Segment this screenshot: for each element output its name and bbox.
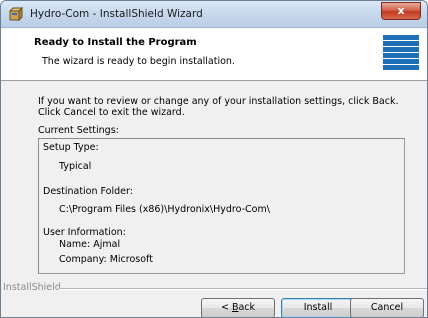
installer-box-icon	[8, 6, 24, 22]
destination-label: Destination Folder:	[43, 186, 133, 197]
current-settings-label: Current Settings:	[38, 125, 119, 136]
page-subtitle: The wizard is ready to begin installatio…	[42, 56, 235, 67]
user-name-value: Name: Ajmal	[59, 239, 121, 250]
back-rest: ack	[238, 302, 256, 313]
setup-type-label: Setup Type:	[43, 142, 99, 153]
installshield-brand: InstallShield	[3, 282, 61, 293]
window-title: Hydro-Com - InstallShield Wizard	[30, 8, 203, 20]
cancel-button[interactable]: Cancel	[350, 298, 424, 317]
title-bar[interactable]: Hydro-Com - InstallShield Wizard x	[1, 1, 427, 28]
installshield-logo-icon	[383, 35, 419, 75]
back-prefix: <	[220, 302, 232, 313]
setup-type-value: Typical	[59, 161, 92, 172]
user-company-value: Company: Microsoft	[59, 254, 153, 265]
wizard-header: Ready to Install the Program The wizard …	[1, 29, 427, 81]
install-button[interactable]: Install	[281, 298, 355, 317]
footer-divider	[59, 288, 427, 290]
installer-window: Hydro-Com - InstallShield Wizard x Ready…	[0, 0, 428, 318]
close-button[interactable]: x	[381, 2, 421, 20]
settings-summary-box[interactable]: Setup Type: Typical Destination Folder: …	[38, 138, 405, 274]
back-button[interactable]: < Back	[201, 298, 275, 317]
intro-text: If you want to review or change any of y…	[38, 96, 399, 118]
page-title: Ready to Install the Program	[34, 37, 197, 48]
user-info-label: User Information:	[43, 227, 126, 238]
destination-value: C:\Program Files (x86)\Hydronix\Hydro-Co…	[59, 204, 270, 215]
